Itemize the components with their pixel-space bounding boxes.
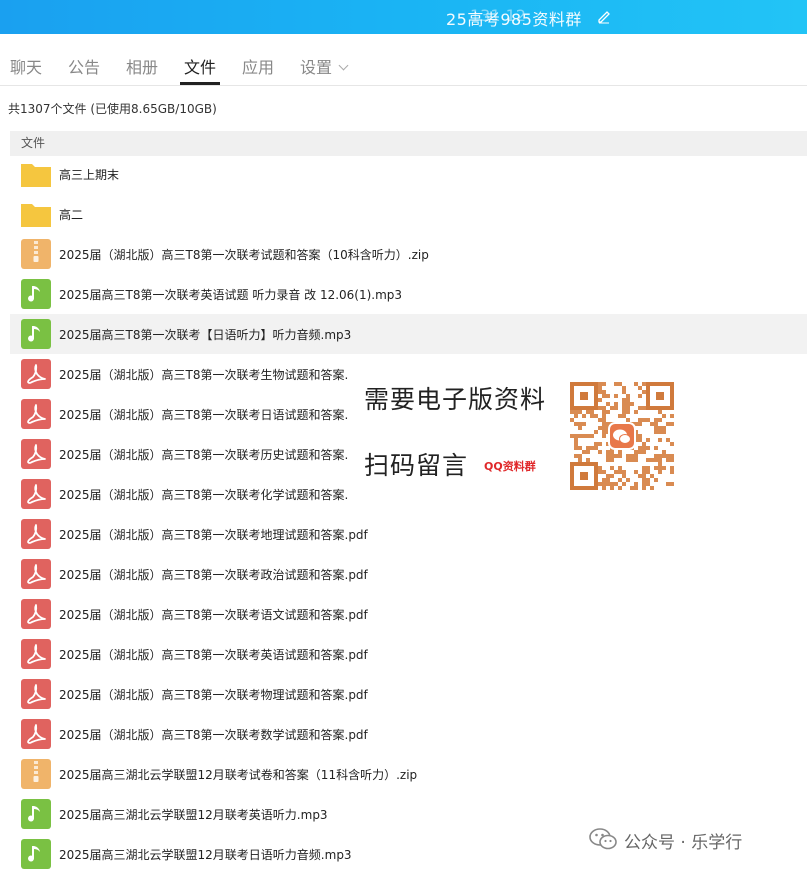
file-row[interactable]: 2025届（湖北版）高三T8第一次联考语文试题和答案.pdf (10, 594, 807, 634)
file-name: 2025届高三湖北云学联盟12月联考日语听力音频.mp3 (59, 848, 352, 862)
tab-apps[interactable]: 应用 (242, 54, 274, 78)
file-name: 2025届高三T8第一次联考【日语听力】听力音频.mp3 (59, 328, 352, 342)
edit-icon[interactable] (596, 8, 612, 24)
pdf-file-icon (20, 358, 52, 390)
wechat-icon (589, 828, 617, 850)
zip-file-icon (20, 238, 52, 270)
pdf-file-icon (20, 478, 52, 510)
file-name: 高三上期末 (59, 168, 120, 182)
folder-file-icon (20, 198, 52, 230)
file-row[interactable]: 2025届（湖北版）高三T8第一次联考地理试题和答案.pdf (10, 514, 807, 554)
promo-line-1: 需要电子版资料 (364, 385, 547, 414)
file-row[interactable]: 2025届（湖北版）高三T8第一次联考数学试题和答案.pdf (10, 714, 807, 754)
watermark-text: 公众号 · 乐学行 (624, 833, 743, 853)
file-name: 2025届（湖北版）高三T8第一次联考地理试题和答案.pdf (59, 528, 368, 542)
file-name: 2025届（湖北版）高三T8第一次联考政治试题和答案.pdf (59, 568, 368, 582)
file-name: 2025届（湖北版）高三T8第一次联考物理试题和答案.pdf (59, 688, 368, 702)
file-list-header: 文件 (10, 131, 807, 156)
pdf-file-icon (20, 678, 52, 710)
pdf-file-icon (20, 398, 52, 430)
file-name: 2025届（湖北版）高三T8第一次联考生物试题和答案. (59, 368, 349, 382)
file-row[interactable]: 高二 (10, 194, 807, 234)
promo-tag: QQ资料群 (484, 460, 536, 473)
mp3-file-icon (20, 838, 52, 870)
mp3-file-icon (20, 278, 52, 310)
mp3-file-icon (20, 798, 52, 830)
tab-chat[interactable]: 聊天 (10, 54, 42, 78)
pdf-file-icon (20, 518, 52, 550)
file-name: 高二 (59, 208, 84, 222)
group-title-overlay: 131 12 (470, 6, 526, 25)
tab-settings[interactable]: 设置 (300, 54, 349, 78)
file-name: 2025届（湖北版）高三T8第一次联考语文试题和答案.pdf (59, 608, 368, 622)
tab-files[interactable]: 文件 (184, 54, 216, 78)
active-tab-indicator (180, 82, 220, 85)
promo-line-2: 扫码留言 (364, 451, 469, 480)
group-title-bar: 25高考985资料群 131 12 (0, 0, 807, 34)
promo-overlay: 需要电子版资料 扫码留言 QQ资料群 (358, 372, 688, 498)
file-name: 2025届（湖北版）高三T8第一次联考数学试题和答案.pdf (59, 728, 368, 742)
pdf-file-icon (20, 718, 52, 750)
file-name: 2025届（湖北版）高三T8第一次联考日语试题和答案. (59, 408, 349, 422)
file-name: 2025届（湖北版）高三T8第一次联考试题和答案（10科含听力）.zip (59, 248, 429, 262)
chevron-down-icon (338, 60, 349, 71)
file-name: 2025届（湖北版）高三T8第一次联考历史试题和答案. (59, 448, 349, 462)
qr-code (570, 382, 674, 490)
file-row[interactable]: 2025届（湖北版）高三T8第一次联考政治试题和答案.pdf (10, 554, 807, 594)
file-name: 2025届高三湖北云学联盟12月联考试卷和答案（11科含听力）.zip (59, 768, 418, 782)
file-row[interactable]: 高三上期末 (10, 154, 807, 194)
file-name: 2025届（湖北版）高三T8第一次联考英语试题和答案.pdf (59, 648, 368, 662)
file-name: 2025届高三T8第一次联考英语试题 听力录音 改 12.06(1).mp3 (59, 288, 403, 302)
file-row[interactable]: 2025届高三T8第一次联考英语试题 听力录音 改 12.06(1).mp3 (10, 274, 807, 314)
storage-summary: 共1307个文件 (已使用8.65GB/10GB) (8, 102, 217, 116)
pdf-file-icon (20, 598, 52, 630)
tab-announcements[interactable]: 公告 (68, 54, 100, 78)
pdf-file-icon (20, 438, 52, 470)
tab-album[interactable]: 相册 (126, 54, 158, 78)
pdf-file-icon (20, 638, 52, 670)
file-name: 2025届（湖北版）高三T8第一次联考化学试题和答案. (59, 488, 349, 502)
file-name: 2025届高三湖北云学联盟12月联考英语听力.mp3 (59, 808, 328, 822)
file-row[interactable]: 2025届高三T8第一次联考【日语听力】听力音频.mp3 (10, 314, 807, 354)
folder-file-icon (20, 158, 52, 190)
tab-bar: 聊天 公告 相册 文件 应用 设置 (0, 34, 807, 86)
file-row[interactable]: 2025届（湖北版）高三T8第一次联考英语试题和答案.pdf (10, 634, 807, 674)
mp3-file-icon (20, 318, 52, 350)
pdf-file-icon (20, 558, 52, 590)
zip-file-icon (20, 758, 52, 790)
file-row[interactable]: 2025届（湖北版）高三T8第一次联考物理试题和答案.pdf (10, 674, 807, 714)
tab-settings-label: 设置 (300, 58, 333, 77)
file-row[interactable]: 2025届高三湖北云学联盟12月联考试卷和答案（11科含听力）.zip (10, 754, 807, 794)
file-row[interactable]: 2025届（湖北版）高三T8第一次联考试题和答案（10科含听力）.zip (10, 234, 807, 274)
